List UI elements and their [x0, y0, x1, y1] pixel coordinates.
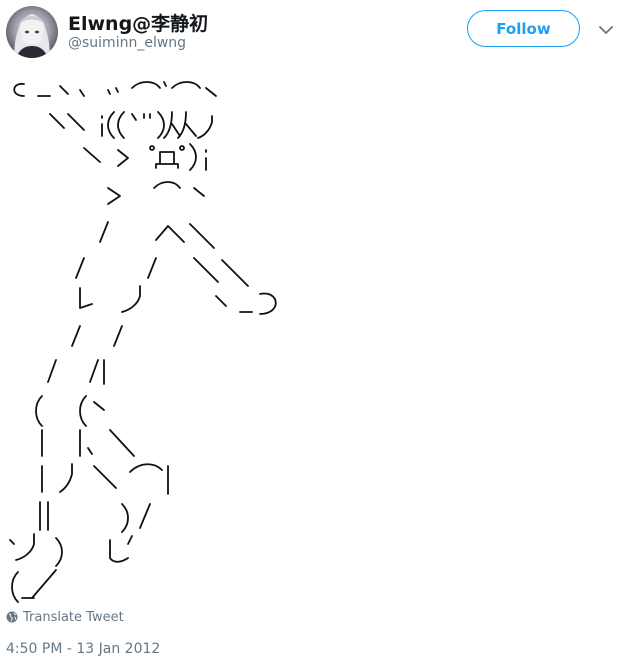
translate-tweet-link[interactable]: Translate Tweet	[6, 608, 124, 626]
globe-icon	[6, 611, 18, 623]
chevron-down-icon[interactable]	[598, 22, 614, 36]
anime-avatar-icon	[14, 14, 50, 58]
translate-label: Translate Tweet	[23, 609, 124, 625]
tweet-header: Elwng@李静初 @suiminn_elwng Follow	[0, 0, 620, 66]
tweet-timestamp[interactable]: 4:50 PM - 13 Jan 2012	[6, 641, 160, 657]
follow-button[interactable]: Follow	[467, 10, 580, 47]
display-name[interactable]: Elwng@李静初	[68, 9, 208, 36]
tweet-ascii-art	[4, 64, 604, 604]
user-handle[interactable]: @suiminn_elwng	[68, 35, 186, 51]
avatar[interactable]	[6, 6, 58, 58]
